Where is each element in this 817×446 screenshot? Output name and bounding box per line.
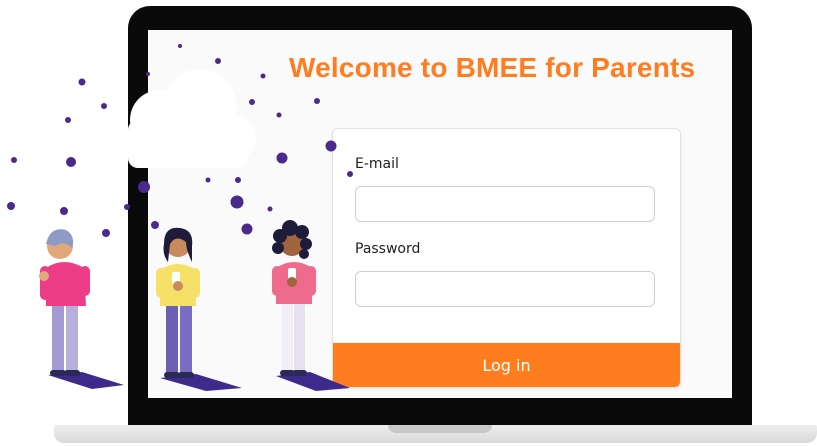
- cloud-icon: [128, 69, 256, 168]
- person-icon: [156, 227, 242, 391]
- person-icon: [272, 220, 350, 391]
- page: Welcome to BMEE for Parents E-mail Passw…: [0, 0, 817, 446]
- person-icon: [39, 229, 124, 389]
- people-illustration: [7, 44, 353, 391]
